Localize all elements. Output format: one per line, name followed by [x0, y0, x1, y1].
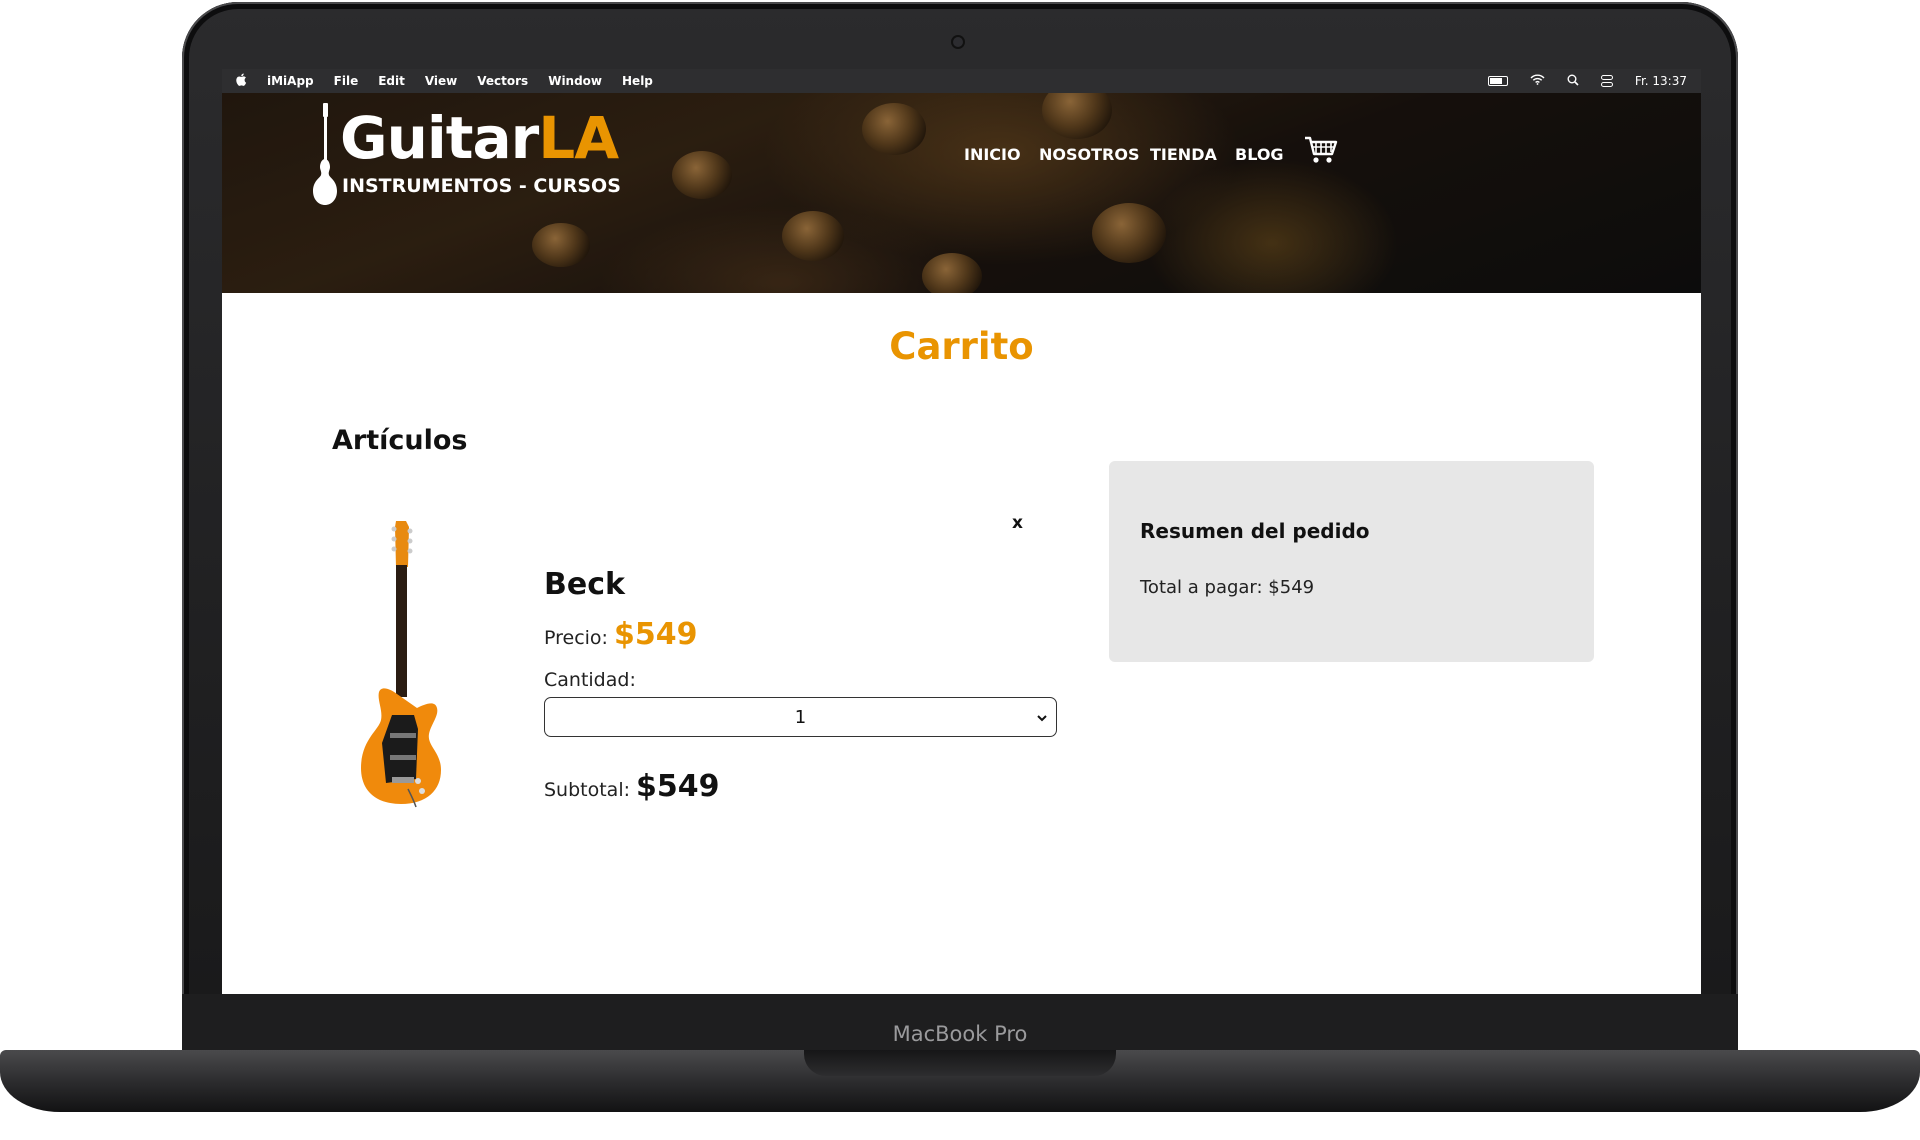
order-summary: Resumen del pedido Total a pagar: $549 [1109, 461, 1594, 662]
wifi-icon[interactable] [1530, 74, 1545, 88]
nav-tienda[interactable]: TIENDA [1150, 145, 1217, 164]
nav-nosotros[interactable]: NOSOTROS [1039, 145, 1139, 164]
order-total: Total a pagar: $549 [1140, 577, 1315, 598]
price-value: $549 [613, 617, 698, 652]
menu-view[interactable]: View [425, 74, 457, 88]
chevron-down-icon [1035, 709, 1049, 730]
menu-vectors[interactable]: Vectors [477, 74, 528, 88]
main-nav: INICIO NOSOTROS TIENDA BLOG [222, 145, 1701, 175]
laptop-notch [804, 1050, 1116, 1076]
nav-inicio[interactable]: INICIO [964, 145, 1021, 164]
quantity-label: Cantidad: [544, 669, 636, 691]
nav-blog[interactable]: BLOG [1235, 145, 1284, 164]
menu-clock[interactable]: Fr. 13:37 [1635, 74, 1687, 88]
menu-bar-status: Fr. 13:37 [1487, 74, 1701, 89]
logo-tagline: INSTRUMENTOS - CURSOS [342, 175, 621, 197]
price-row: Precio: $549 [544, 617, 697, 652]
device-model-label: MacBook Pro [892, 1022, 1028, 1046]
product-name: Beck [544, 567, 625, 602]
camera [953, 37, 963, 47]
battery-icon[interactable] [1487, 76, 1508, 86]
site-header: GuitarLA INSTRUMENTOS - CURSOS INICIO NO… [222, 93, 1701, 293]
product-image-guitar [361, 521, 441, 808]
menu-bar: iMiApp File Edit View Vectors Window Hel… [222, 69, 1701, 93]
control-center-icon[interactable] [1600, 75, 1613, 87]
remove-item-button[interactable]: x [1012, 513, 1023, 533]
quantity-selected-value: 1 [794, 706, 807, 728]
page-title: Carrito [889, 325, 1034, 368]
menu-window[interactable]: Window [548, 74, 602, 88]
price-label: Precio: [544, 627, 608, 649]
menu-help[interactable]: Help [622, 74, 653, 88]
menu-app-name[interactable]: iMiApp [267, 74, 314, 88]
subtotal-label: Subtotal: [544, 779, 631, 801]
search-icon[interactable] [1567, 74, 1579, 89]
articles-heading: Artículos [332, 425, 468, 456]
screen: iMiApp File Edit View Vectors Window Hel… [222, 69, 1701, 994]
menu-edit[interactable]: Edit [378, 74, 405, 88]
order-summary-title: Resumen del pedido [1140, 519, 1370, 543]
menu-file[interactable]: File [334, 74, 359, 88]
cart-icon[interactable] [1304, 135, 1338, 169]
subtotal-value: $549 [636, 769, 720, 804]
subtotal-row: Subtotal: $549 [544, 769, 720, 804]
quantity-select[interactable]: 1 [544, 697, 1057, 737]
apple-icon[interactable] [236, 73, 247, 90]
